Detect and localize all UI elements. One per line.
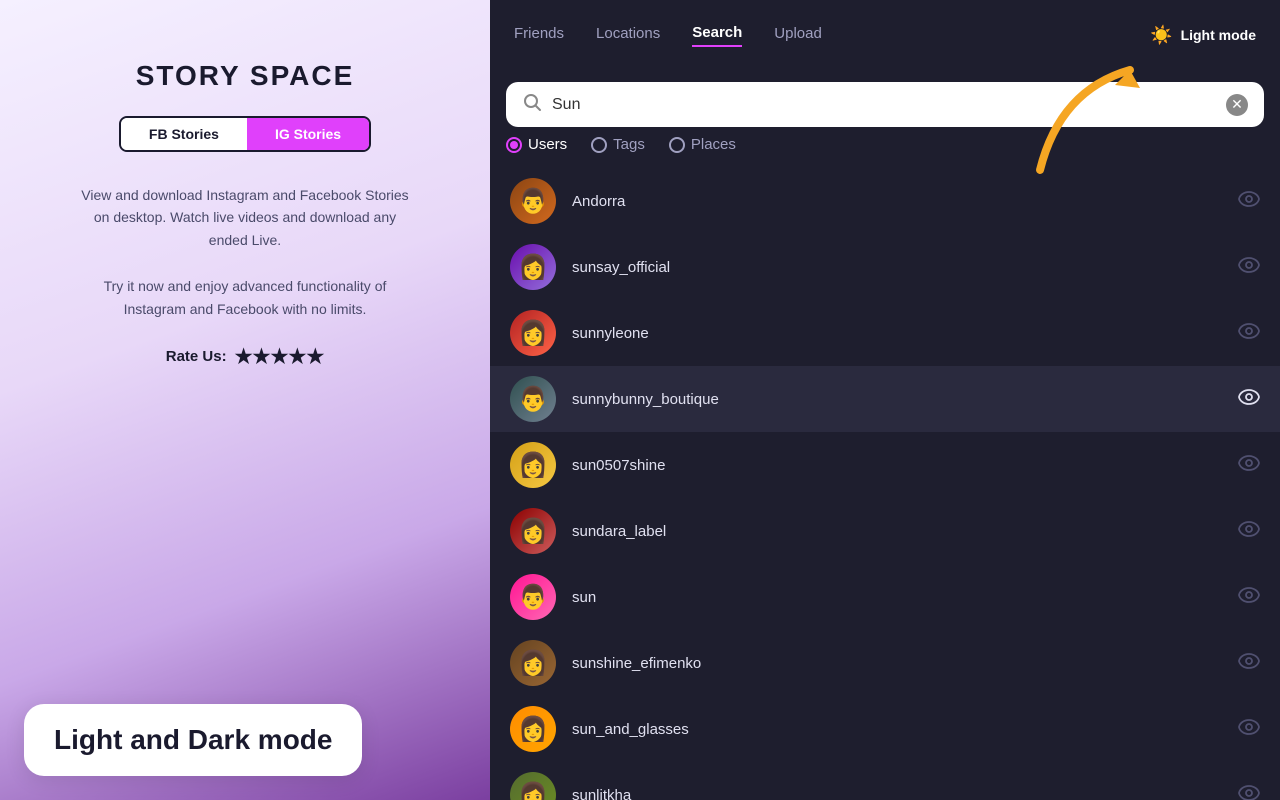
filter-tabs: Users Tags Places — [490, 128, 1280, 161]
eye-icon[interactable] — [1238, 190, 1260, 213]
avatar: 👩 — [510, 640, 556, 686]
avatar: 👩 — [510, 310, 556, 356]
light-mode-button[interactable]: ☀️ Light mode — [1150, 25, 1256, 46]
username-label: sunsay_official — [572, 259, 1238, 276]
eye-icon[interactable] — [1238, 454, 1260, 477]
avatar: 👨 — [510, 178, 556, 224]
list-item[interactable]: 👨 sun — [490, 564, 1280, 630]
nav-friends[interactable]: Friends — [514, 25, 564, 46]
avatar: 👨 — [510, 376, 556, 422]
username-label: sunlitkha — [572, 787, 1238, 800]
username-label: sunnybunny_boutique — [572, 391, 1238, 408]
sun-icon: ☀️ — [1150, 25, 1172, 46]
list-item[interactable]: 👩 sunlitkha — [490, 762, 1280, 800]
list-item[interactable]: 👩 sun_and_glasses — [490, 696, 1280, 762]
search-icon — [522, 92, 542, 117]
list-item[interactable]: 👩 sunshine_efimenko — [490, 630, 1280, 696]
eye-icon[interactable] — [1238, 586, 1260, 609]
avatar: 👩 — [510, 244, 556, 290]
nav-links: Friends Locations Search Upload — [514, 24, 822, 47]
username-label: sunshine_efimenko — [572, 655, 1238, 672]
filter-places[interactable]: Places — [669, 136, 736, 153]
nav-upload[interactable]: Upload — [774, 25, 822, 46]
avatar: 👨 — [510, 574, 556, 620]
eye-icon[interactable] — [1238, 718, 1260, 741]
app-description-2: Try it now and enjoy advanced functional… — [75, 275, 415, 320]
left-panel: STORY SPACE FB Stories IG Stories View a… — [0, 0, 490, 800]
search-input[interactable] — [552, 96, 1216, 114]
fb-stories-button[interactable]: FB Stories — [121, 118, 247, 150]
username-label: sundara_label — [572, 523, 1238, 540]
avatar: 👩 — [510, 442, 556, 488]
filter-tags[interactable]: Tags — [591, 136, 645, 153]
avatar: 👩 — [510, 772, 556, 800]
list-item[interactable]: 👨 Andorra — [490, 168, 1280, 234]
eye-icon[interactable] — [1238, 652, 1260, 675]
search-clear-button[interactable]: ✕ — [1226, 94, 1248, 116]
avatar: 👩 — [510, 706, 556, 752]
username-label: Andorra — [572, 193, 1238, 210]
radio-users — [506, 137, 522, 153]
app-title: STORY SPACE — [136, 60, 355, 92]
stars: ★★★★★ — [235, 344, 325, 369]
nav-bar: Friends Locations Search Upload ☀️ Light… — [490, 0, 1280, 70]
rating-row: Rate Us: ★★★★★ — [166, 344, 325, 369]
app-description-1: View and download Instagram and Facebook… — [75, 184, 415, 251]
eye-icon[interactable] — [1238, 520, 1260, 543]
nav-search[interactable]: Search — [692, 24, 742, 47]
search-box: ✕ — [506, 82, 1264, 127]
nav-locations[interactable]: Locations — [596, 25, 660, 46]
eye-icon[interactable] — [1238, 388, 1260, 411]
username-label: sun_and_glasses — [572, 721, 1238, 738]
list-item[interactable]: 👩 sun0507shine — [490, 432, 1280, 498]
avatar: 👩 — [510, 508, 556, 554]
eye-icon[interactable] — [1238, 256, 1260, 279]
list-item[interactable]: 👩 sundara_label — [490, 498, 1280, 564]
list-item[interactable]: 👨 sunnybunny_boutique — [490, 366, 1280, 432]
radio-places — [669, 137, 685, 153]
dark-mode-badge: Light and Dark mode — [24, 704, 362, 776]
filter-users[interactable]: Users — [506, 136, 567, 153]
story-buttons: FB Stories IG Stories — [119, 116, 371, 152]
radio-tags — [591, 137, 607, 153]
rating-label: Rate Us: — [166, 348, 227, 365]
username-label: sun0507shine — [572, 457, 1238, 474]
username-label: sun — [572, 589, 1238, 606]
eye-icon[interactable] — [1238, 784, 1260, 800]
list-item[interactable]: 👩 sunnyleone — [490, 300, 1280, 366]
username-label: sunnyleone — [572, 325, 1238, 342]
eye-icon[interactable] — [1238, 322, 1260, 345]
results-list[interactable]: 👨 Andorra 👩 sunsay_official — [490, 168, 1280, 800]
ig-stories-button[interactable]: IG Stories — [247, 118, 369, 150]
list-item[interactable]: 👩 sunsay_official — [490, 234, 1280, 300]
